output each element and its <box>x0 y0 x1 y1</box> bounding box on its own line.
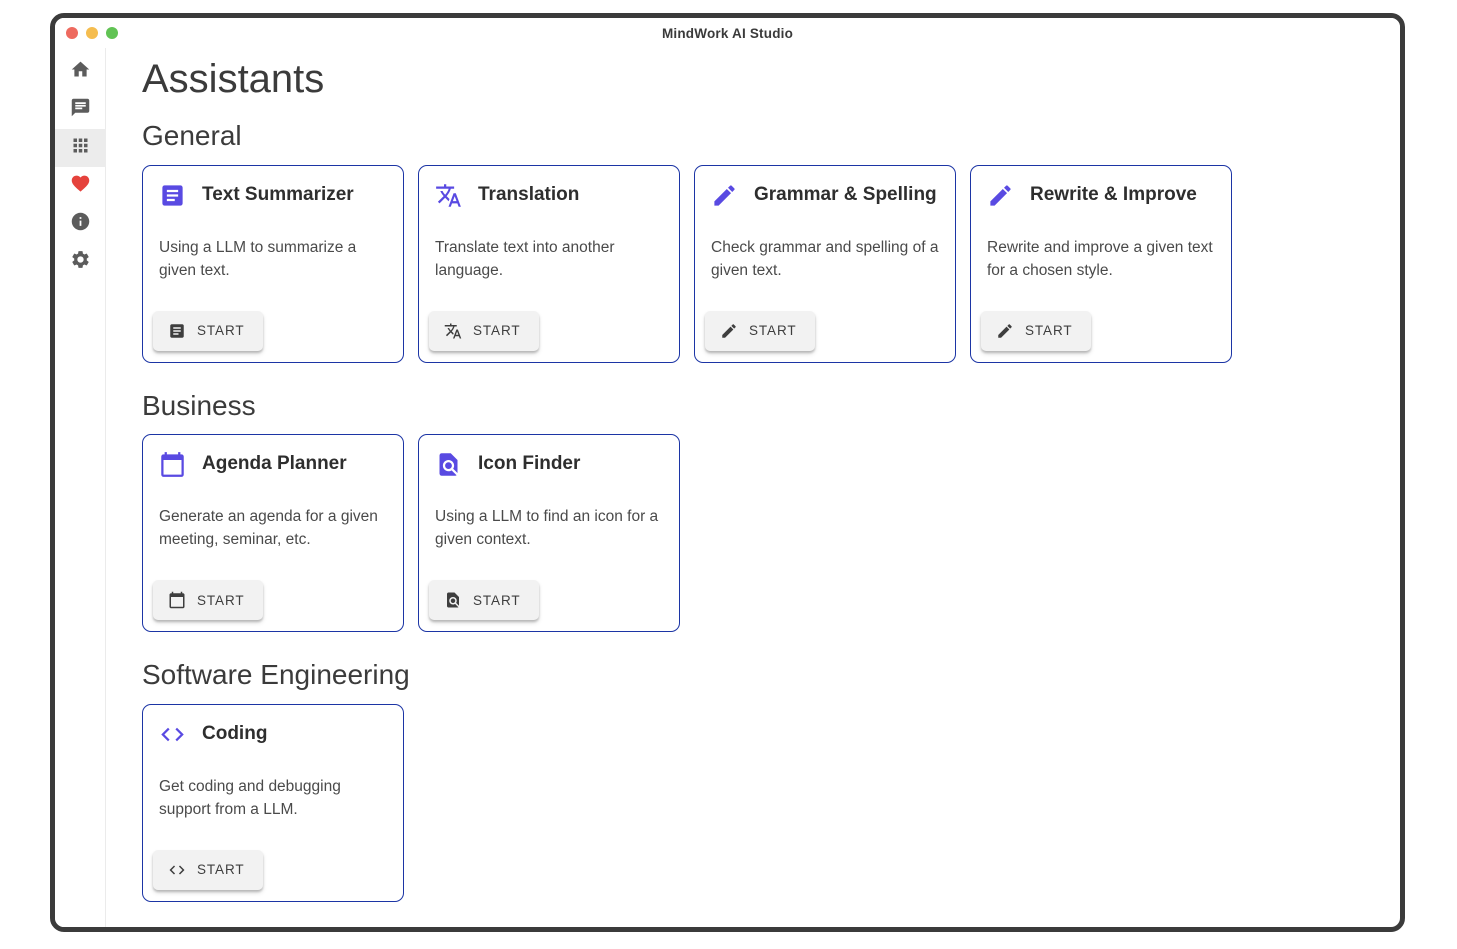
calendar-icon <box>159 451 186 478</box>
find-in-page-icon <box>435 451 462 478</box>
card-title: Coding <box>202 723 267 746</box>
sidebar <box>55 48 106 927</box>
start-button-label: START <box>197 593 245 608</box>
assistant-section: General Text Summarizer Using a LLM to s… <box>142 119 1380 363</box>
assistant-section: Software Engineering Coding Get coding a… <box>142 658 1380 902</box>
card-header: Agenda Planner <box>159 451 387 478</box>
start-button-label: START <box>473 323 521 338</box>
sidebar-item-assistants[interactable] <box>55 129 106 167</box>
card-description: Rewrite and improve a given text for a c… <box>987 236 1215 282</box>
card-description: Using a LLM to find an icon for a given … <box>435 505 663 551</box>
card-title: Grammar & Spelling <box>754 184 937 207</box>
cards-row: Agenda Planner Generate an agenda for a … <box>142 434 1380 632</box>
assistant-card: Rewrite & Improve Rewrite and improve a … <box>970 165 1232 363</box>
card-header: Grammar & Spelling <box>711 182 939 209</box>
assistant-sections: General Text Summarizer Using a LLM to s… <box>142 119 1380 902</box>
sidebar-item-about[interactable] <box>55 205 106 243</box>
assistant-card: Grammar & Spelling Check grammar and spe… <box>694 165 956 363</box>
card-description: Using a LLM to summarize a given text. <box>159 236 387 282</box>
article-icon <box>159 182 186 209</box>
start-button-label: START <box>197 323 245 338</box>
card-description: Translate text into another language. <box>435 236 663 282</box>
edit-icon <box>720 322 738 340</box>
start-button-label: START <box>749 323 797 338</box>
assistant-section: Business Agenda Planner Generate an agen… <box>142 389 1380 633</box>
sidebar-item-settings[interactable] <box>55 243 106 281</box>
section-heading: General <box>142 119 1380 153</box>
start-button-label: START <box>1025 323 1073 338</box>
code-icon <box>159 721 186 748</box>
card-title: Text Summarizer <box>202 184 354 207</box>
page-title: Assistants <box>142 56 1380 103</box>
section-heading: Business <box>142 389 1380 423</box>
start-button[interactable]: START <box>705 311 815 351</box>
title-bar: MindWork AI Studio <box>55 18 1400 48</box>
traffic-lights <box>55 27 118 39</box>
card-header: Coding <box>159 721 387 748</box>
card-header: Translation <box>435 182 663 209</box>
info-icon <box>70 211 91 237</box>
card-title: Agenda Planner <box>202 453 347 476</box>
app-window: MindWork AI Studio Assistants General Te… <box>50 13 1405 932</box>
minimize-button[interactable] <box>86 27 98 39</box>
apps-icon <box>70 135 91 161</box>
calendar-icon <box>168 591 186 609</box>
sidebar-item-supporters[interactable] <box>55 167 106 205</box>
start-button[interactable]: START <box>429 311 539 351</box>
zoom-button[interactable] <box>106 27 118 39</box>
assistant-card: Text Summarizer Using a LLM to summarize… <box>142 165 404 363</box>
start-button[interactable]: START <box>429 580 539 620</box>
find-in-page-icon <box>444 591 462 609</box>
start-button-label: START <box>473 593 521 608</box>
assistant-card: Coding Get coding and debugging support … <box>142 704 404 902</box>
start-button-label: START <box>197 862 245 877</box>
start-button[interactable]: START <box>153 311 263 351</box>
edit-icon <box>711 182 738 209</box>
translate-icon <box>435 182 462 209</box>
chat-icon <box>70 97 91 123</box>
code-icon <box>168 861 186 879</box>
start-button[interactable]: START <box>153 580 263 620</box>
sidebar-item-home[interactable] <box>55 53 106 91</box>
home-icon <box>70 59 91 85</box>
card-header: Rewrite & Improve <box>987 182 1215 209</box>
start-button[interactable]: START <box>981 311 1091 351</box>
edit-icon <box>987 182 1014 209</box>
article-icon <box>168 322 186 340</box>
heart-icon <box>70 173 91 199</box>
window-body: Assistants General Text Summarizer Using… <box>55 48 1400 927</box>
card-description: Get coding and debugging support from a … <box>159 775 387 821</box>
card-title: Rewrite & Improve <box>1030 184 1197 207</box>
card-header: Text Summarizer <box>159 182 387 209</box>
assistant-card: Icon Finder Using a LLM to find an icon … <box>418 434 680 632</box>
edit-icon <box>996 322 1014 340</box>
card-header: Icon Finder <box>435 451 663 478</box>
assistant-card: Translation Translate text into another … <box>418 165 680 363</box>
cards-row: Text Summarizer Using a LLM to summarize… <box>142 165 1380 363</box>
card-description: Check grammar and spelling of a given te… <box>711 236 939 282</box>
sidebar-item-chats[interactable] <box>55 91 106 129</box>
card-title: Icon Finder <box>478 453 580 476</box>
card-description: Generate an agenda for a given meeting, … <box>159 505 387 551</box>
assistant-card: Agenda Planner Generate an agenda for a … <box>142 434 404 632</box>
settings-icon <box>70 249 91 275</box>
start-button[interactable]: START <box>153 850 263 890</box>
cards-row: Coding Get coding and debugging support … <box>142 704 1380 902</box>
close-button[interactable] <box>66 27 78 39</box>
window-title: MindWork AI Studio <box>55 26 1400 41</box>
section-heading: Software Engineering <box>142 658 1380 692</box>
translate-icon <box>444 322 462 340</box>
main-content: Assistants General Text Summarizer Using… <box>106 48 1400 927</box>
card-title: Translation <box>478 184 579 207</box>
